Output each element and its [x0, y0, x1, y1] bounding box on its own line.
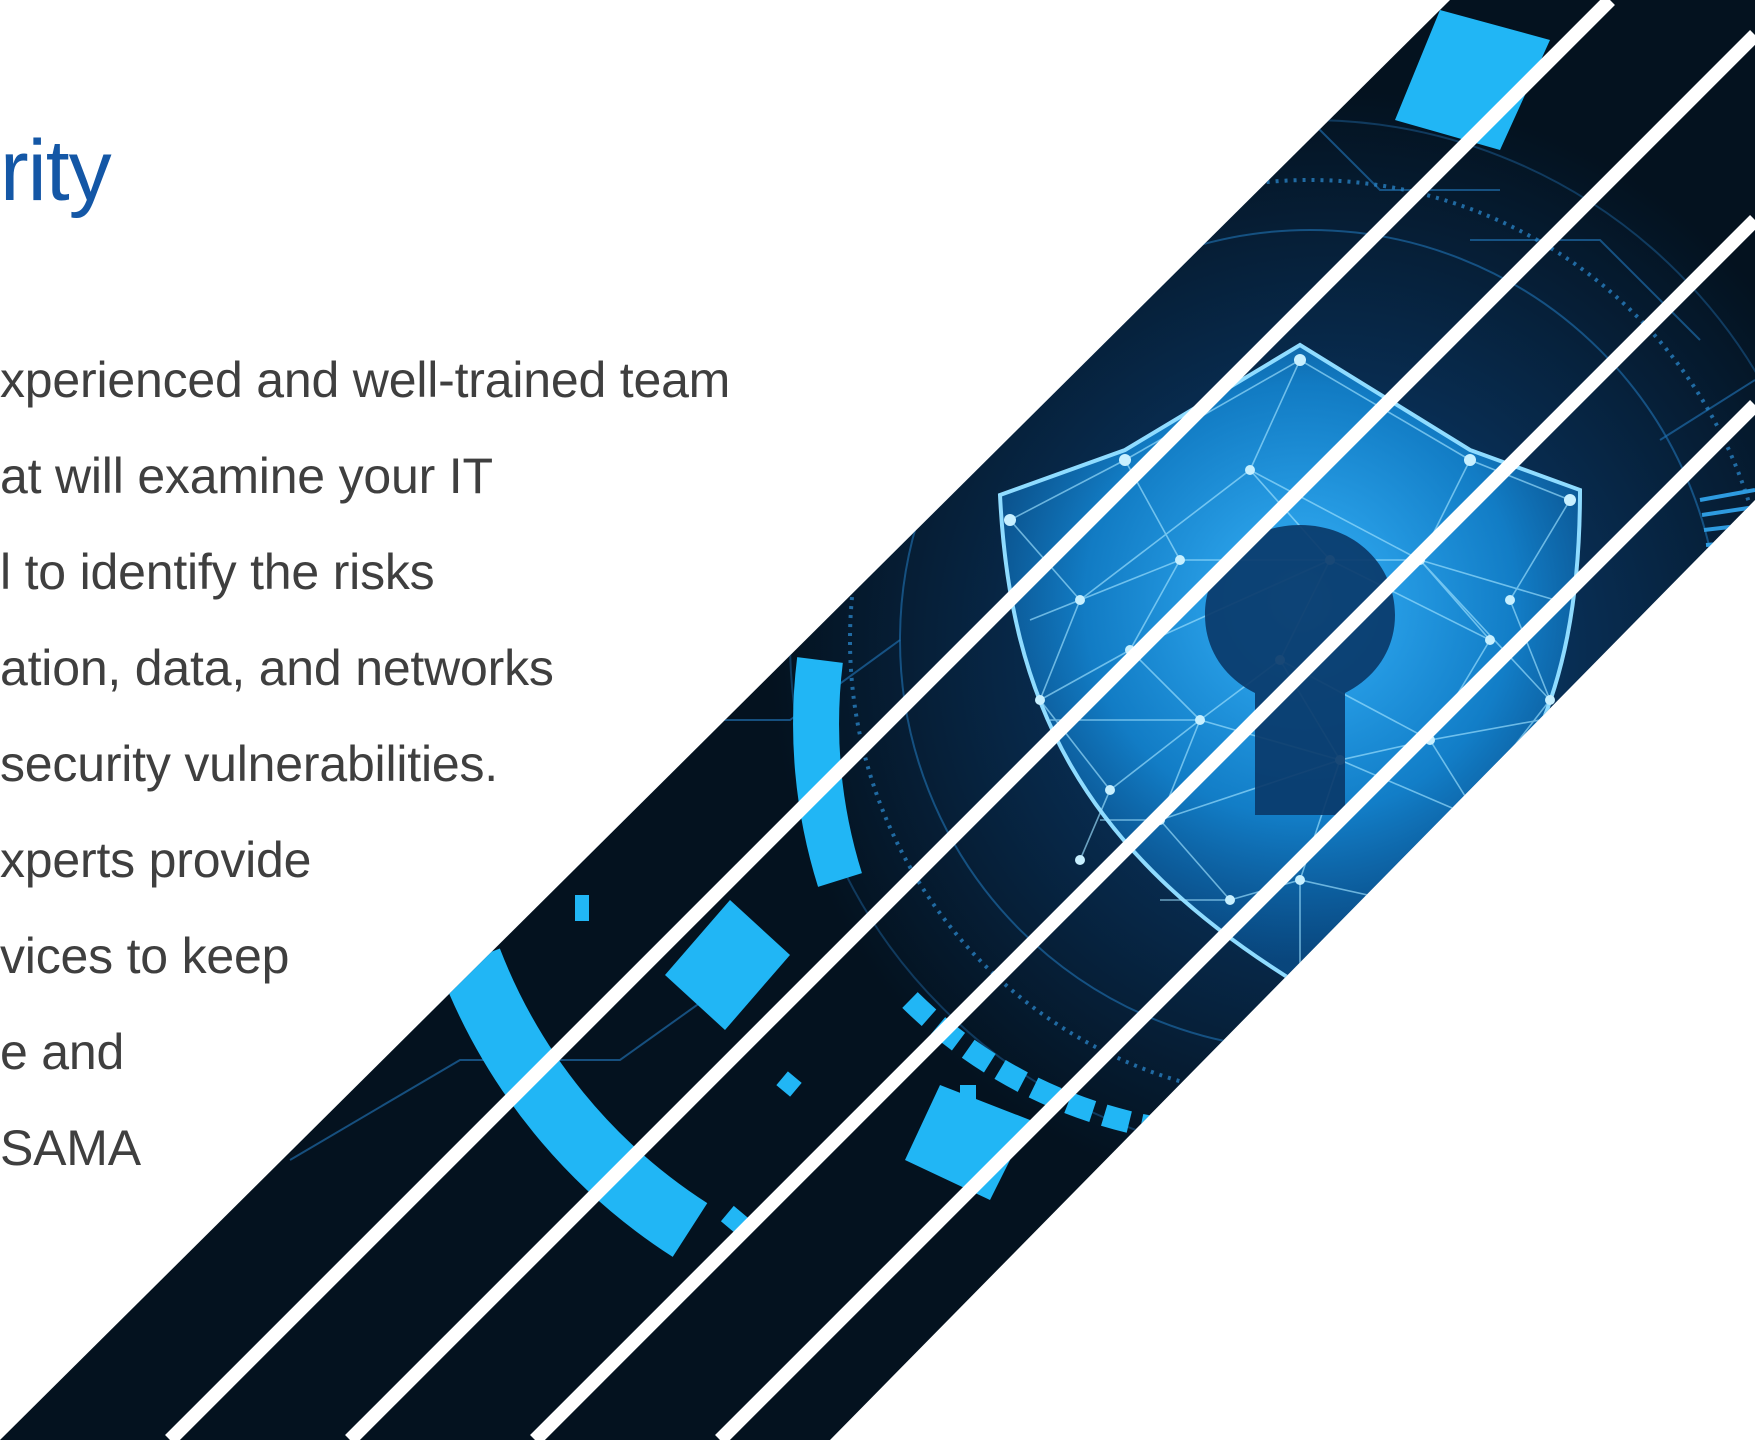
body-line: e and [0, 1024, 125, 1080]
body-line: xperts provide [0, 832, 312, 888]
body-line: SAMA [0, 1120, 141, 1176]
body-text: xperienced and well-trained team at will… [0, 352, 820, 1216]
body-line: xperienced and well-trained team [0, 352, 731, 408]
body-line: l to identify the risks [0, 544, 435, 600]
body-line: ation, data, and networks [0, 640, 554, 696]
body-line: at will examine your IT [0, 448, 493, 504]
body-line: vices to keep [0, 928, 290, 984]
slide-title: rity [0, 123, 112, 219]
slide: rity xperienced and well-trained team at… [0, 0, 1755, 1440]
body-line: security vulnerabilities. [0, 736, 498, 792]
